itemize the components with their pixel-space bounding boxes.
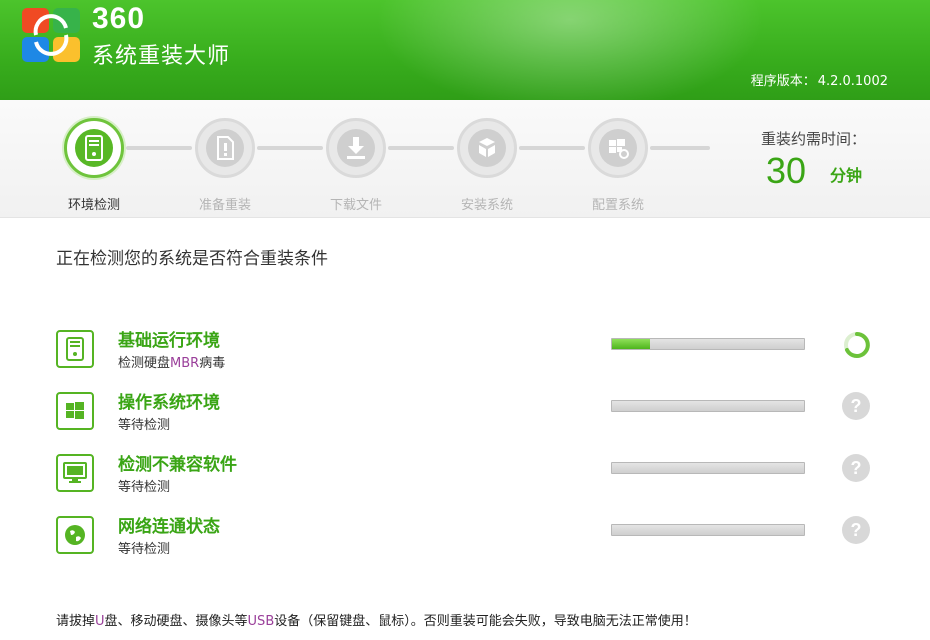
brand-number: 360 [92, 2, 146, 35]
check-row-incompatible-software: 检测不兼容软件 等待检测 ? [56, 454, 886, 504]
step-prepare-reinstall [195, 118, 255, 178]
version-label: 程序版本： [750, 74, 816, 89]
settings-windows-icon [609, 139, 629, 159]
estimated-time-label: 重装约需时间： [760, 130, 866, 148]
estimated-time-unit: 分钟 [830, 166, 863, 185]
check-status-text: 等待检测 [118, 480, 171, 495]
check-progress-bar [611, 338, 805, 350]
check-progress-bar [611, 462, 805, 474]
brand-name: 系统重装大师 [92, 44, 231, 69]
check-row-os-environment: 操作系统环境 等待检测 ? [56, 392, 886, 442]
check-row-basic-environment: 基础运行环境 检测硬盘MBR病毒 [56, 330, 886, 380]
page-title: 正在检测您的系统是否符合重装条件 [56, 249, 328, 269]
check-title: 检测不兼容软件 [118, 455, 237, 475]
version-value: 4.2.0.1002 [817, 74, 888, 89]
usb-warning-note: 请拔掉U盘、移动硬盘、摄像头等USB设备（保留键盘、鼠标）。否则重装可能会失败，… [56, 614, 697, 629]
step-connector [388, 146, 454, 150]
step-label-install-system: 安装系统 [460, 198, 513, 213]
check-title: 操作系统环境 [118, 393, 220, 413]
check-status-text: 等待检测 [118, 542, 171, 557]
step-connector [257, 146, 323, 150]
header-glow [360, 0, 780, 100]
progress-fill [612, 339, 651, 349]
step-connector [126, 146, 192, 150]
step-connector [650, 146, 710, 150]
step-download-files [326, 118, 386, 178]
step-install-system [457, 118, 517, 178]
step-environment-check [64, 118, 124, 178]
monitor-icon [56, 454, 94, 492]
globe-icon [56, 516, 94, 554]
version-info: 程序版本： 4.2.0.1002 [749, 70, 888, 89]
estimated-time-value: 30 [766, 150, 807, 191]
computer-icon [56, 330, 94, 368]
step-label-configure-system: 配置系统 [591, 198, 644, 213]
step-label-prepare-reinstall: 准备重装 [198, 198, 251, 213]
download-icon [347, 137, 365, 159]
document-icon [217, 136, 234, 160]
check-progress-bar [611, 400, 805, 412]
check-title: 网络连通状态 [118, 517, 220, 537]
check-title: 基础运行环境 [118, 331, 220, 351]
pending-question-icon: ? [842, 516, 872, 546]
loading-spinner-icon [842, 330, 872, 360]
step-label-environment-check: 环境检测 [67, 198, 120, 213]
pending-question-icon: ? [842, 392, 872, 422]
step-configure-system [588, 118, 648, 178]
check-progress-bar [611, 524, 805, 536]
boxes-icon [479, 138, 495, 157]
computer-icon [85, 135, 103, 161]
step-label-download-files: 下载文件 [329, 198, 382, 213]
windows-icon [56, 392, 94, 430]
pending-question-icon: ? [842, 454, 872, 484]
check-status-text: 检测硬盘MBR病毒 [118, 356, 226, 371]
check-row-network-status: 网络连通状态 等待检测 ? [56, 516, 886, 566]
check-status-text: 等待检测 [118, 418, 171, 433]
360-logo-icon [22, 8, 80, 62]
app-header: 360 系统重装大师 程序版本： 4.2.0.1002 [0, 0, 930, 100]
step-connector [519, 146, 585, 150]
